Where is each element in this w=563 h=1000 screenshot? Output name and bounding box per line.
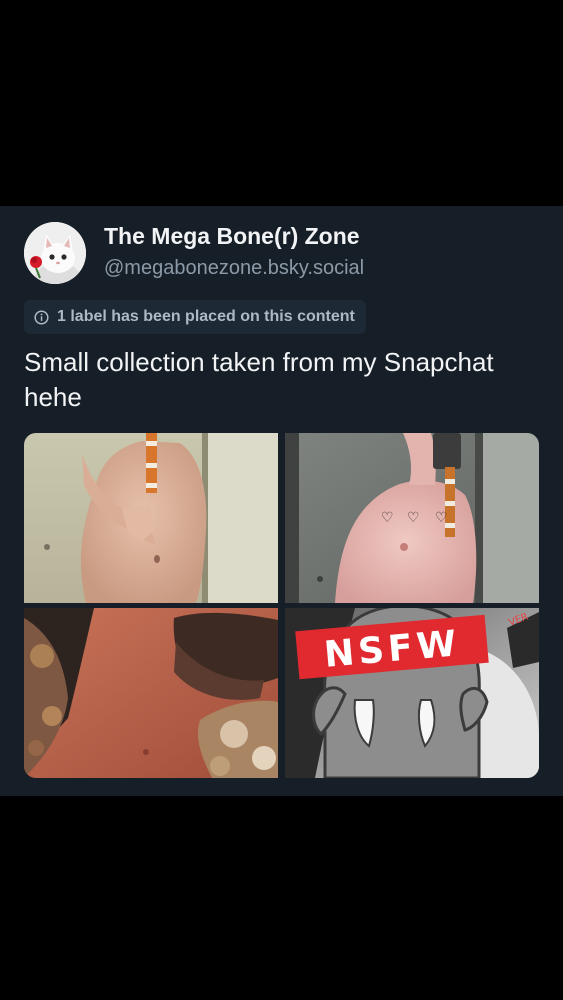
media-image-4[interactable]: VER NSFW: [285, 608, 539, 778]
author-avatar[interactable]: [24, 222, 86, 284]
cat-avatar-icon: [24, 222, 86, 284]
info-circle-icon: [34, 309, 49, 325]
media-image-2[interactable]: ♡ ♡ ♡: [285, 433, 539, 603]
heart-glyph-2: ♡: [407, 510, 420, 526]
closeup-floral-shirt-image: [24, 608, 278, 778]
heart-glyph-3: ♡: [435, 510, 448, 526]
media-image-1[interactable]: [24, 433, 278, 603]
media-grid[interactable]: ♡ ♡ ♡ VER NSFW: [24, 433, 539, 778]
mirror-selfie-chest-image: ♡ ♡ ♡: [285, 433, 539, 603]
media-image-3[interactable]: [24, 608, 278, 778]
label-notice-text: 1 label has been placed on this content: [57, 308, 355, 325]
blurred-image-with-nsfw-sticker: VER NSFW: [285, 608, 539, 778]
heart-glyph-1: ♡: [381, 510, 394, 526]
post-body-text: Small collection taken from my Snapchat …: [24, 347, 494, 412]
author-handle[interactable]: @megabonezone.bsky.social: [104, 254, 364, 282]
author-display-name[interactable]: The Mega Bone(r) Zone: [104, 222, 360, 250]
content-label-notice[interactable]: 1 label has been placed on this content: [24, 300, 366, 334]
mirror-selfie-torso-image: [24, 433, 278, 603]
